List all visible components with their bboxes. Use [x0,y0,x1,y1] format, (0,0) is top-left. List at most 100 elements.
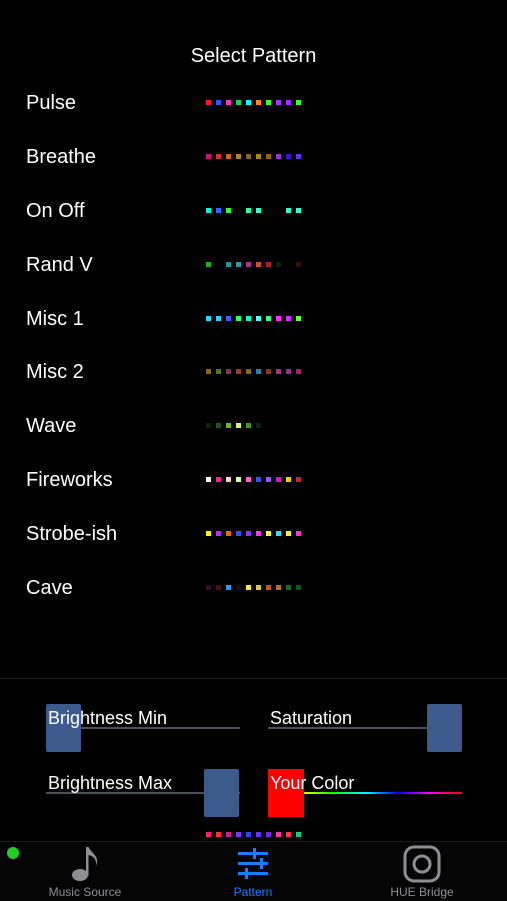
pattern-row[interactable]: Fireworks [0,460,507,500]
pattern-dot [226,154,231,159]
pattern-row[interactable]: Wave [0,406,507,446]
saturation-thumb[interactable] [427,704,462,752]
pattern-dot [236,531,241,536]
pattern-dot [276,154,281,159]
pattern-dot [256,316,261,321]
saturation-label: Saturation [270,708,353,728]
pattern-dot [286,262,291,267]
pattern-dot [266,369,271,374]
pattern-dot [256,531,261,536]
tab-music-source[interactable]: Music Source [30,842,140,901]
pattern-dot [226,585,231,590]
pattern-dot [266,423,271,428]
pattern-dot [236,316,241,321]
pattern-dot [236,262,241,267]
pattern-dot [216,585,221,590]
pattern-dot [256,423,261,428]
pattern-row[interactable]: Rand V [0,245,507,285]
pattern-dot [286,208,291,213]
preview-dot [256,832,261,837]
pattern-label: On Off [26,200,85,222]
preview-dot [226,832,231,837]
pattern-dot [286,585,291,590]
pattern-dot [206,208,211,213]
brightness-max-thumb[interactable] [204,769,239,817]
pattern-dot [296,477,301,482]
pattern-row[interactable]: Pulse [0,83,507,123]
pattern-dot [296,316,301,321]
pattern-dot [206,423,211,428]
pattern-dot [296,154,301,159]
pattern-dot [296,208,301,213]
divider [0,678,507,679]
pattern-dot [216,531,221,536]
pattern-dot [266,208,271,213]
pattern-dot [256,100,261,105]
pattern-label: Fireworks [26,469,113,491]
pattern-dot [246,208,251,213]
pattern-row[interactable]: Breathe [0,137,507,177]
pattern-dot [226,423,231,428]
pattern-label: Wave [26,415,77,437]
pattern-row[interactable]: Strobe-ish [0,514,507,554]
pattern-dot [276,477,281,482]
pattern-dot [276,316,281,321]
pattern-dot [296,100,301,105]
pattern-dot [256,154,261,159]
preview-dot [276,832,281,837]
pattern-row[interactable]: On Off [0,191,507,231]
pattern-dot [286,154,291,159]
pattern-dot [276,100,281,105]
tab-pattern-label: Pattern [233,885,273,899]
pattern-dot [226,531,231,536]
pattern-row[interactable]: Misc 1 [0,299,507,339]
pattern-dot [206,316,211,321]
pattern-dot [206,477,211,482]
tab-hue-bridge-label: HUE Bridge [390,885,454,899]
tab-bar: Music Source Pattern HUE Bridge [0,841,507,901]
pattern-dot [206,262,211,267]
pattern-dot [206,531,211,536]
pattern-dot [246,316,251,321]
pattern-dot [276,208,281,213]
preview-dot [236,832,241,837]
pattern-dot [266,154,271,159]
pattern-dot [286,100,291,105]
brightness-max-label: Brightness Max [48,773,173,793]
pattern-label: Strobe-ish [26,523,118,545]
tab-hue-bridge[interactable]: HUE Bridge [372,842,472,901]
pattern-dot [246,262,251,267]
tab-pattern[interactable]: Pattern [208,842,298,901]
pattern-dot [286,316,291,321]
pattern-dot [236,208,241,213]
pattern-dot [276,369,281,374]
pattern-dot [226,100,231,105]
pattern-dot [286,423,291,428]
pattern-dot [276,262,281,267]
connection-status-icon [7,847,19,859]
pattern-row[interactable]: Misc 2 [0,352,507,392]
pattern-dot [256,262,261,267]
pattern-dot [206,100,211,105]
pattern-dot [266,477,271,482]
page-title: Select Pattern [190,45,317,67]
preview-dot [266,832,271,837]
pattern-row[interactable]: Cave [0,568,507,608]
pattern-dot [216,477,221,482]
pattern-dot [226,262,231,267]
preview-dot [286,832,291,837]
preview-dot [246,832,251,837]
pattern-dot [266,316,271,321]
preview-dot [206,832,211,837]
pattern-label: Misc 2 [26,361,84,383]
pattern-dot [276,531,281,536]
pattern-dot [296,423,301,428]
pattern-dot [226,316,231,321]
pattern-dot [216,423,221,428]
pattern-dot [206,369,211,374]
pattern-dot [286,477,291,482]
pattern-dot [226,369,231,374]
pattern-dot [236,100,241,105]
preview-dot [216,832,221,837]
pattern-dot [266,100,271,105]
